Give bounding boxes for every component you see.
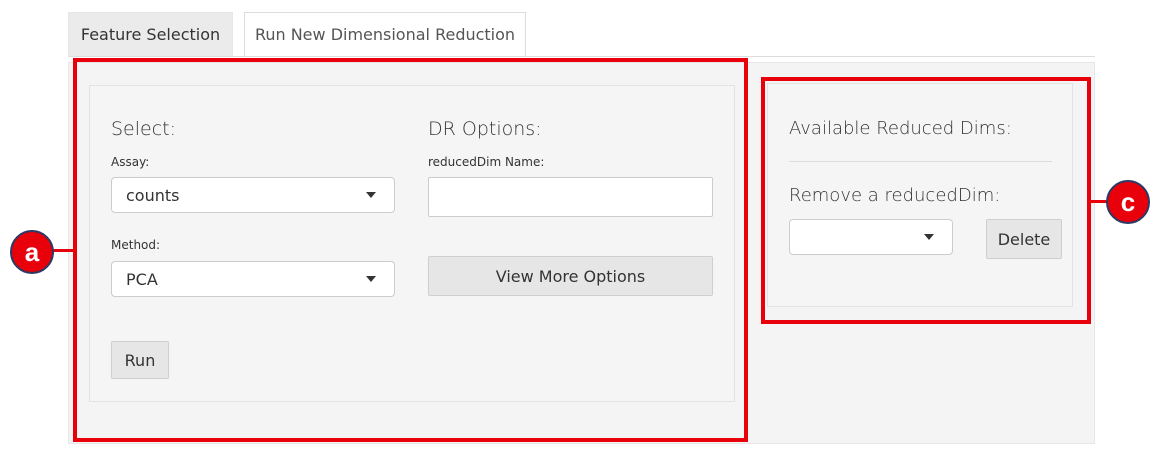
annotation-box-a (73, 58, 748, 442)
tab-divider (68, 56, 1095, 57)
annotation-badge-a: a (10, 230, 54, 274)
tab-run-dimensional-reduction[interactable]: Run New Dimensional Reduction (244, 12, 526, 56)
tab-feature-selection[interactable]: Feature Selection (68, 12, 233, 56)
annotation-badge-c: c (1106, 180, 1150, 224)
annotation-box-c (761, 77, 1091, 324)
